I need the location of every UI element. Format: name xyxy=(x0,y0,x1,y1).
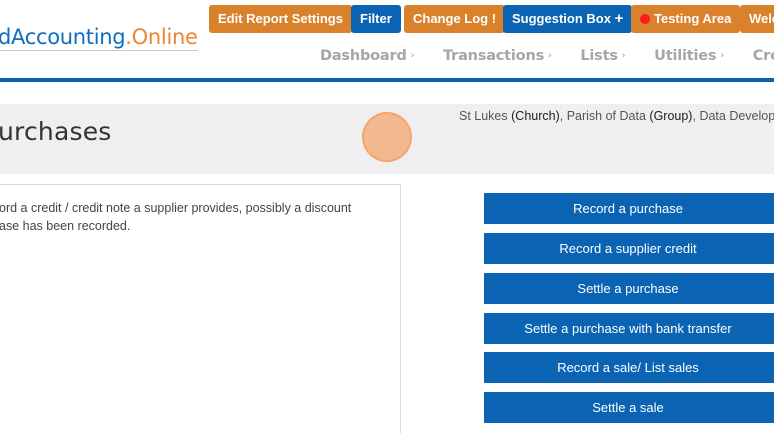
description-line: ase has been recorded. xyxy=(0,219,131,233)
record-sale-button[interactable]: Record a sale/ List sales xyxy=(484,352,774,383)
org-name: Parish of Data xyxy=(566,109,646,123)
org-name: Data Develop xyxy=(699,109,774,123)
nav-item-label: Create xyxy=(752,48,774,64)
logo-text-part3: .Online xyxy=(125,25,198,49)
org-type: (Church) xyxy=(511,109,560,123)
description-panel: ord a credit / credit note a supplier pr… xyxy=(0,184,401,433)
testing-area-label: Testing Area xyxy=(654,11,732,26)
nav-item-utilities[interactable]: Utilities › xyxy=(654,48,724,64)
nav-item-create[interactable]: Create xyxy=(753,48,774,64)
app-logo[interactable]: dAccounting.Online xyxy=(0,25,198,51)
nav-item-lists[interactable]: Lists › xyxy=(580,48,625,64)
exclamation-icon: ! xyxy=(491,11,497,26)
nav-item-label: Lists xyxy=(580,48,618,64)
description-line: ord a credit / credit note a supplier pr… xyxy=(0,201,352,215)
page-title: urchases xyxy=(0,117,112,146)
testing-area-button[interactable]: Testing Area xyxy=(631,5,741,33)
red-dot-icon xyxy=(640,14,650,24)
settle-sale-button[interactable]: Settle a sale xyxy=(484,392,774,423)
nav-item-label: Transactions xyxy=(443,48,544,64)
filter-button[interactable]: Filter xyxy=(351,5,401,33)
nav-item-dashboard[interactable]: Dashboard › xyxy=(320,48,414,64)
separator: , xyxy=(559,109,567,123)
chevron-right-icon: › xyxy=(621,51,626,61)
edit-report-settings-label: Edit Report Settings xyxy=(218,11,343,26)
suggestion-box-button[interactable]: Suggestion Box + xyxy=(503,5,633,33)
change-log-label: Change Log xyxy=(413,11,489,26)
nav-divider xyxy=(0,78,774,82)
welcome-label: Welc xyxy=(749,11,774,26)
org-name: St Lukes xyxy=(459,109,508,123)
description-text: ord a credit / credit note a supplier pr… xyxy=(0,199,399,235)
change-log-button[interactable]: Change Log ! xyxy=(404,5,506,33)
nav-item-label: Utilities xyxy=(654,48,717,64)
record-purchase-button[interactable]: Record a purchase xyxy=(484,193,774,224)
chevron-right-icon: › xyxy=(548,51,552,61)
main-nav: Dashboard › Transactions › Lists › Utilitie… xyxy=(320,48,774,66)
org-type: (Group) xyxy=(649,109,693,123)
cursor-highlight xyxy=(362,112,412,162)
organisation-context: St Lukes (Church), Parish of Data (Group… xyxy=(459,109,774,123)
welcome-button[interactable]: Welc xyxy=(740,5,774,33)
logo-underline xyxy=(0,50,198,51)
record-supplier-credit-button[interactable]: Record a supplier credit xyxy=(484,233,774,264)
chevron-right-icon: › xyxy=(720,51,724,61)
edit-report-settings-button[interactable]: Edit Report Settings xyxy=(209,5,352,33)
logo-text-part1: d xyxy=(0,25,12,49)
nav-item-label: Dashboard xyxy=(320,48,407,64)
settle-purchase-bank-transfer-button[interactable]: Settle a purchase with bank transfer xyxy=(484,313,774,344)
settle-purchase-button[interactable]: Settle a purchase xyxy=(484,273,774,304)
nav-item-transactions[interactable]: Transactions › xyxy=(443,48,552,64)
chevron-right-icon: › xyxy=(410,51,415,61)
logo-text-part2: Accounting xyxy=(11,25,126,49)
plus-icon: + xyxy=(614,10,624,27)
suggestion-box-label: Suggestion Box xyxy=(512,11,611,26)
filter-label: Filter xyxy=(360,11,392,26)
